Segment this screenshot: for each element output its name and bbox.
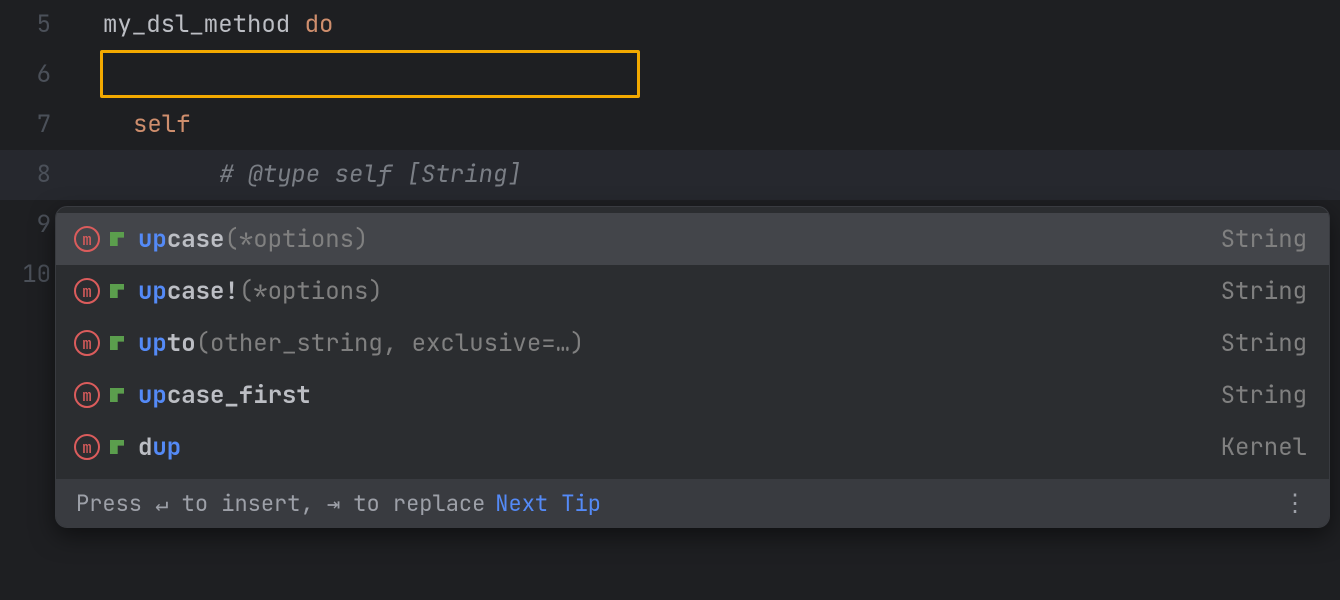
completion-footer: Press ↵ to insert, ⇥ to replace Next Tip… [56, 479, 1329, 527]
completion-type: String [1221, 224, 1307, 255]
code-line-5[interactable]: my_dsl_method do [75, 0, 1340, 50]
visibility-icon [110, 336, 124, 350]
method-icon: m [74, 330, 100, 356]
line-number: 5 [37, 0, 51, 50]
completion-item-upcase-first[interactable]: m upcase_first String [56, 369, 1329, 421]
identifier: my_dsl_method [103, 9, 290, 40]
completion-label: upto(other_string, exclusive=…) [138, 328, 584, 359]
completion-label: dup [138, 432, 181, 463]
line-number: 6 [37, 50, 51, 100]
completion-list[interactable]: m upcase(*options) String m upcase!(*opt… [56, 207, 1329, 479]
annotation-highlight [100, 50, 640, 98]
method-icon: m [74, 434, 100, 460]
code-line-6[interactable]: # @type self [String] [75, 50, 1340, 100]
line-number: 7 [37, 100, 51, 150]
completion-item-upcase-bang[interactable]: m upcase!(*options) String [56, 265, 1329, 317]
line-number: 8 [37, 150, 51, 200]
line-number: 9 [37, 200, 51, 250]
code-line-7[interactable]: self [75, 100, 1340, 150]
line-number: 10 [22, 250, 51, 300]
visibility-icon [110, 232, 124, 246]
current-line-highlight [0, 150, 1340, 200]
next-tip-link[interactable]: Next Tip [495, 489, 601, 518]
more-menu-icon[interactable]: ⋮ [1283, 488, 1309, 519]
completion-type: String [1221, 380, 1307, 411]
method-icon: m [74, 226, 100, 252]
keyword-do: do [290, 9, 333, 40]
footer-hint: Press ↵ to insert, ⇥ to replace [76, 489, 485, 518]
completion-item-upto[interactable]: m upto(other_string, exclusive=…) String [56, 317, 1329, 369]
completion-item-dup[interactable]: m dup Kernel [56, 421, 1329, 473]
method-icon: m [74, 382, 100, 408]
completion-item-upcase[interactable]: m upcase(*options) String [56, 213, 1329, 265]
visibility-icon [110, 388, 124, 402]
visibility-icon [110, 440, 124, 454]
completion-type: Kernel [1221, 432, 1307, 463]
completion-type: String [1221, 276, 1307, 307]
completion-label: upcase_first [138, 380, 311, 411]
completion-label: upcase(*options) [138, 224, 368, 255]
completion-popup[interactable]: m upcase(*options) String m upcase!(*opt… [55, 206, 1330, 528]
completion-type: String [1221, 328, 1307, 359]
completion-label: upcase!(*options) [138, 276, 383, 307]
code-line-8[interactable]: up [75, 150, 1340, 200]
method-icon: m [74, 278, 100, 304]
visibility-icon [110, 284, 124, 298]
